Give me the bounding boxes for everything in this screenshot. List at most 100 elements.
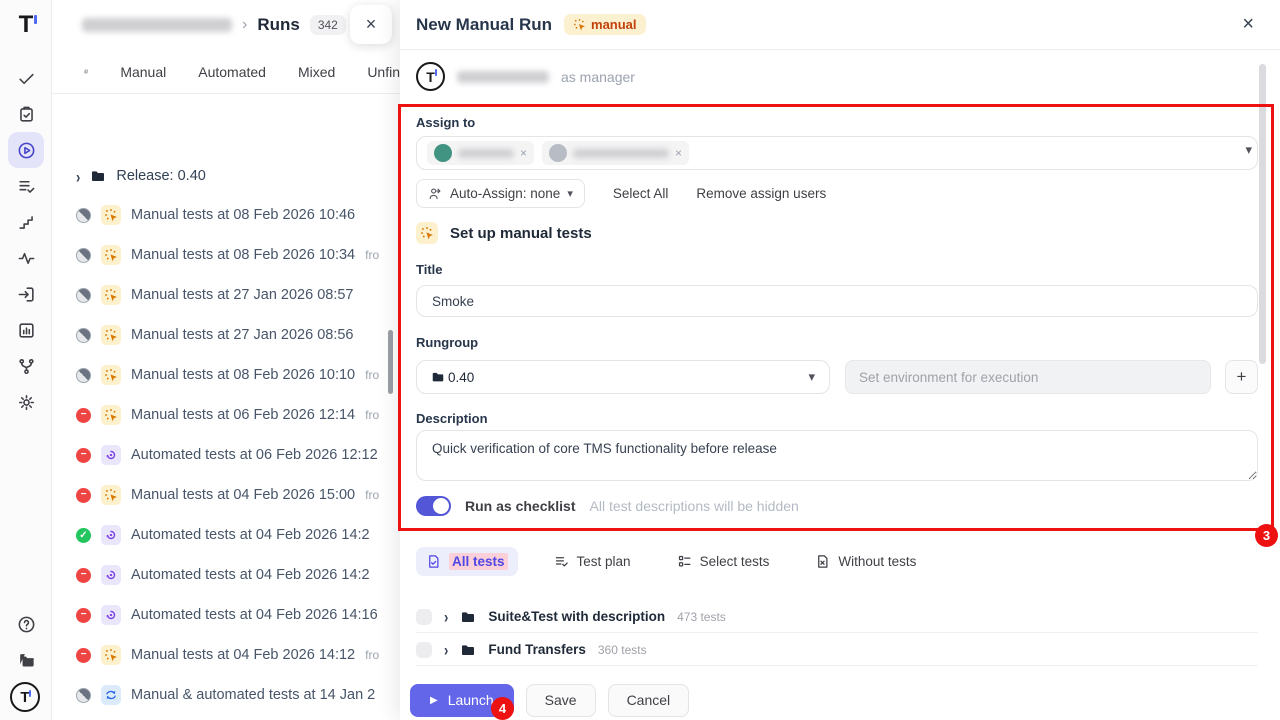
automated-run-icon [101, 565, 121, 585]
title-input[interactable] [416, 285, 1258, 317]
description-textarea[interactable]: Quick verification of core TMS functiona… [416, 430, 1258, 481]
sidebar-item-import-icon[interactable] [8, 276, 44, 312]
chevron-down-icon[interactable]: ▾ [1245, 142, 1252, 158]
suite-name: Suite&Test with description [488, 609, 665, 624]
filter-tab-unfinished[interactable]: Unfin [367, 64, 400, 80]
panel-close-button[interactable]: × [350, 5, 392, 44]
manual-run-icon [101, 485, 121, 505]
environment-input[interactable] [845, 360, 1211, 394]
automated-run-icon [101, 605, 121, 625]
tab-all-tests[interactable]: All tests [416, 547, 518, 576]
add-environment-button[interactable]: + [1225, 360, 1258, 394]
run-title: Manual tests at 27 Jan 2026 08:57 [131, 287, 354, 303]
sidebar-item-branches-icon[interactable] [8, 348, 44, 384]
run-list-item[interactable]: Automated tests at 04 Feb 2026 14:16 [76, 600, 400, 630]
run-title: Manual tests at 08 Feb 2026 10:34 [131, 247, 355, 263]
modal-scrollbar[interactable] [1259, 64, 1266, 364]
suite-checkbox[interactable] [416, 609, 432, 625]
tab-test-plan[interactable]: Test plan [544, 548, 641, 575]
remove-assign-users-button[interactable]: Remove assign users [696, 186, 826, 201]
remove-chip-icon[interactable]: × [520, 146, 527, 160]
run-title: Manual tests at 06 Feb 2026 12:14 [131, 407, 355, 423]
run-list-item[interactable]: Manual & automated tests at 14 Jan 2 [76, 680, 400, 710]
user-avatar [549, 144, 567, 162]
user-avatar[interactable]: T [10, 682, 40, 712]
manager-role-label: as manager [561, 69, 635, 85]
manager-avatar: T [416, 62, 445, 91]
sidebar-item-settings-icon[interactable] [8, 384, 44, 420]
sidebar-item-tasks-icon[interactable] [8, 96, 44, 132]
modal-footer: ▶ Launch Save Cancel [400, 680, 1280, 720]
run-list-item[interactable]: Manual tests at 08 Feb 2026 10:10 fro [76, 360, 400, 390]
suite-tree-row[interactable]: › Suite&Test with description 473 tests [416, 601, 1258, 633]
tests-tabs-row: All tests Test plan Select tests Without… [416, 547, 926, 576]
modal-close-icon[interactable]: × [1242, 13, 1254, 36]
avatar-logo-accent [435, 69, 438, 76]
play-icon: ▶ [430, 695, 438, 706]
sidebar-item-reports-icon[interactable] [8, 312, 44, 348]
run-list-item[interactable]: Manual tests at 08 Feb 2026 10:46 [76, 200, 400, 230]
projects-icon[interactable] [8, 642, 44, 678]
manual-run-icon [101, 405, 121, 425]
run-list-item[interactable]: Automated tests at 04 Feb 2026 14:2 [76, 520, 400, 550]
run-list-item[interactable]: Manual tests at 27 Jan 2026 08:57 [76, 280, 400, 310]
automated-run-icon [101, 525, 121, 545]
list-scrollbar[interactable] [388, 330, 393, 394]
run-list-item[interactable]: Manual tests at 27 Jan 2026 08:56 [76, 320, 400, 350]
run-list-item[interactable]: Manual tests at 06 Feb 2026 12:14 fro [76, 400, 400, 430]
tab-label: Without tests [838, 554, 916, 569]
run-list-item[interactable]: Automated tests at 04 Feb 2026 14:2 [76, 560, 400, 590]
project-name-blurred[interactable] [82, 18, 232, 32]
manual-run-icon [101, 285, 121, 305]
page-title: Runs [257, 15, 300, 35]
filter-tab-automated[interactable]: Automated [198, 64, 266, 80]
suite-test-count: 473 tests [677, 610, 726, 624]
filter-tab-manual[interactable]: Manual [120, 64, 166, 80]
status-in-progress-icon [76, 248, 91, 263]
auto-assign-button[interactable]: Auto-Assign: none ▾ [416, 179, 585, 208]
app-logo[interactable]: T [10, 8, 42, 42]
assign-to-select[interactable]: × × [416, 136, 1258, 170]
tab-label: Select tests [700, 554, 770, 569]
run-as-checklist-row: Run as checklist All test descriptions w… [416, 496, 799, 516]
tab-select-tests[interactable]: Select tests [667, 548, 780, 575]
cancel-button[interactable]: Cancel [608, 684, 690, 717]
folder-icon [90, 168, 106, 184]
sidebar-item-test-plans-icon[interactable] [8, 168, 44, 204]
sidebar-item-checks-icon[interactable] [8, 60, 44, 96]
folder-row[interactable]: › Release: 0.40 [76, 161, 400, 191]
status-stopped-icon [76, 448, 91, 463]
manual-run-icon [101, 645, 121, 665]
select-all-button[interactable]: Select All [613, 186, 669, 201]
sidebar-item-steps-icon[interactable] [8, 204, 44, 240]
remove-chip-icon[interactable]: × [675, 146, 682, 160]
run-list-item[interactable]: Manual tests at 04 Feb 2026 15:00 fro [76, 480, 400, 510]
run-list-item[interactable]: Manual tests at 04 Feb 2026 14:12 fro [76, 640, 400, 670]
chevron-right-icon[interactable]: › [76, 166, 80, 186]
suite-tree-row[interactable]: › Fund Transfers 360 tests [416, 634, 1258, 666]
run-list-item[interactable]: Automated tests at 06 Feb 2026 12:12 [76, 440, 400, 470]
run-title: Manual tests at 08 Feb 2026 10:10 [131, 367, 355, 383]
rungroup-value: 0.40 [448, 370, 474, 385]
chevron-right-icon[interactable]: › [444, 607, 448, 627]
run-title: Manual tests at 27 Jan 2026 08:56 [131, 327, 354, 343]
save-button[interactable]: Save [526, 684, 596, 717]
run-list-item[interactable]: Manual tests at 08 Feb 2026 10:34 fro [76, 240, 400, 270]
doc-check-icon [426, 554, 441, 569]
breadcrumb-separator: › [242, 16, 247, 34]
chevron-down-icon: ▾ [567, 187, 573, 200]
assigned-user-chip[interactable]: × [542, 141, 689, 165]
rungroup-select[interactable]: 0.40 ▾ [416, 360, 830, 394]
sidebar-item-activity-icon[interactable] [8, 240, 44, 276]
sidebar-item-runs-icon[interactable] [8, 132, 44, 168]
chevron-right-icon[interactable]: › [444, 640, 448, 660]
runs-list-panel: › Runs 342 Manual Automated Mixed Unfin … [52, 0, 400, 720]
select-all-icon[interactable] [84, 63, 88, 80]
checklist-toggle[interactable] [416, 496, 451, 516]
tab-without-tests[interactable]: Without tests [805, 548, 926, 575]
status-stopped-icon [76, 608, 91, 623]
help-icon[interactable] [8, 606, 44, 642]
suite-checkbox[interactable] [416, 642, 432, 658]
assigned-user-chip[interactable]: × [427, 141, 534, 165]
filter-tab-mixed[interactable]: Mixed [298, 64, 335, 80]
